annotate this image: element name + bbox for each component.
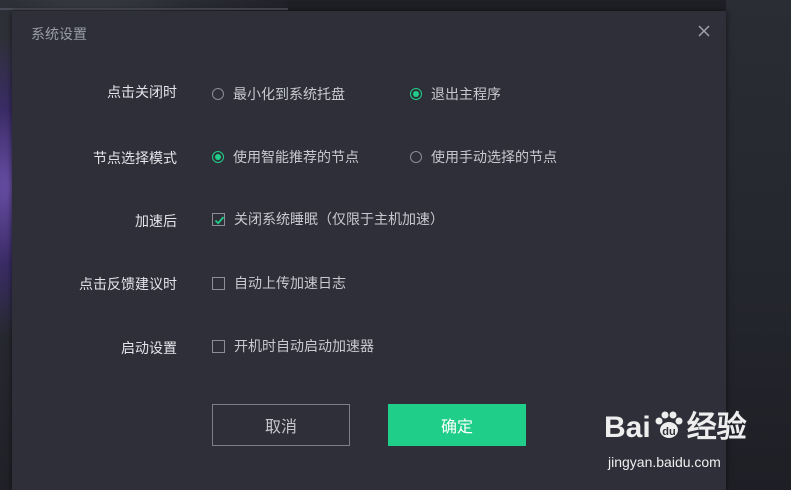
checkbox-disable-sleep[interactable] [212,212,225,226]
watermark-logo: Bai du 经验 [604,402,747,450]
ok-button[interactable]: 确定 [388,404,526,446]
baidu-watermark: Bai du 经验 jingyan.baidu.com [604,402,791,482]
option-label: 自动上传加速日志 [234,276,346,292]
radio-smart-node[interactable] [212,151,224,163]
node-mode-label: 节点选择模式 [93,151,177,167]
option-smart-node[interactable]: 使用智能推荐的节点 [212,147,359,167]
svg-text:du: du [662,426,675,438]
startup-label: 启动设置 [121,341,177,357]
option-manual-node[interactable]: 使用手动选择的节点 [410,147,557,167]
close-button[interactable] [696,23,712,39]
option-auto-start[interactable]: 开机时自动启动加速器 [212,336,374,356]
checkbox-auto-start[interactable] [212,339,225,353]
option-disable-sleep[interactable]: 关闭系统睡眠（仅限于主机加速） [212,209,444,229]
option-label: 使用手动选择的节点 [431,150,557,166]
watermark-logo-left: Bai [604,411,651,444]
after-accel-label: 加速后 [135,214,177,230]
close-icon [698,25,710,37]
feedback-label: 点击反馈建议时 [79,277,177,293]
radio-exit-program[interactable] [410,88,422,100]
cancel-button[interactable]: 取消 [212,404,350,446]
option-label: 最小化到系统托盘 [233,87,345,103]
watermark-logo-right: 经验 [686,411,747,444]
option-upload-log[interactable]: 自动上传加速日志 [212,273,346,293]
dialog-title: 系统设置 [31,27,87,43]
checkmark-icon [214,215,225,225]
checkbox-upload-log[interactable] [212,276,225,290]
close-action-label: 点击关闭时 [107,85,177,101]
paw-icon: du [652,408,686,450]
watermark-url: jingyan.baidu.com [608,454,721,470]
radio-manual-node[interactable] [410,151,422,163]
radio-minimize-to-tray[interactable] [212,88,224,100]
option-label: 退出主程序 [431,87,501,103]
option-label: 关闭系统睡眠（仅限于主机加速） [234,212,444,228]
option-minimize-to-tray[interactable]: 最小化到系统托盘 [212,84,345,104]
option-exit-program[interactable]: 退出主程序 [410,84,501,104]
option-label: 使用智能推荐的节点 [233,150,359,166]
option-label: 开机时自动启动加速器 [234,339,374,355]
